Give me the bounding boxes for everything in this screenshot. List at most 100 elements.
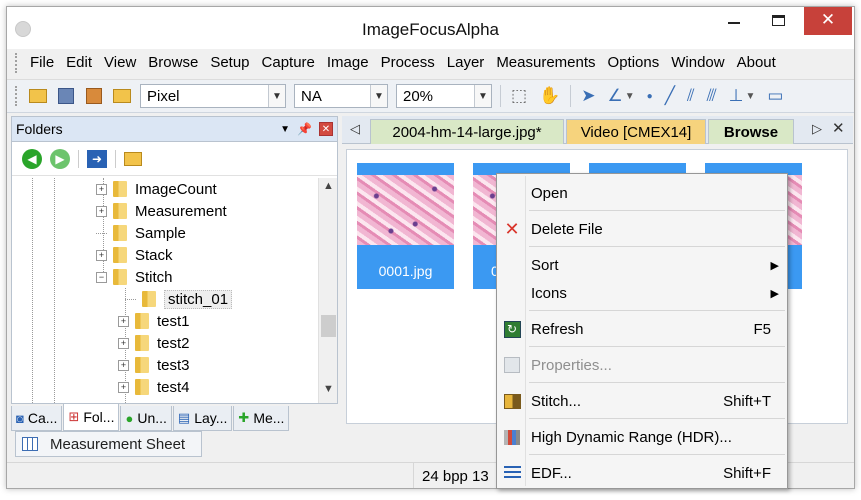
tab-label: Video [CMEX14] — [580, 123, 692, 141]
menu-item-sort[interactable]: Sort ▶ — [497, 251, 787, 279]
chevron-down-icon[interactable]: ▼ — [625, 91, 635, 102]
tree-item-test1[interactable]: + test1 — [118, 310, 190, 332]
rectangle-tool-icon[interactable]: ▭ — [767, 86, 783, 106]
menu-item-refresh[interactable]: ↻ Refresh F5 — [497, 315, 787, 343]
tab-camera[interactable]: ◙ Ca... — [11, 406, 63, 431]
tree-item-test2[interactable]: + test2 — [118, 332, 190, 354]
expand-icon[interactable]: + — [118, 315, 129, 327]
menu-measurements[interactable]: Measurements — [490, 49, 601, 77]
menu-file[interactable]: File — [24, 49, 60, 77]
menu-grip[interactable] — [15, 53, 18, 73]
menu-item-stitch[interactable]: Stitch... Shift+T — [497, 387, 787, 415]
thumbnail[interactable]: 0001.jpg — [357, 163, 454, 289]
expand-icon[interactable]: + — [96, 205, 107, 217]
menu-item-delete-file[interactable]: ✕ Delete File — [497, 215, 787, 243]
menu-options[interactable]: Options — [602, 49, 666, 77]
chevron-down-icon[interactable]: ▼ — [268, 85, 285, 107]
tree-item-stack[interactable]: + Stack — [96, 244, 173, 266]
menu-item-icons[interactable]: Icons ▶ — [497, 279, 787, 307]
tab-label: Me... — [253, 410, 285, 426]
na-select[interactable]: NA ▼ — [294, 84, 388, 108]
menu-item-edf[interactable]: EDF... Shift+F — [497, 459, 787, 487]
menu-capture[interactable]: Capture — [256, 49, 321, 77]
open-folder-icon[interactable] — [26, 84, 50, 108]
close-button[interactable]: ✕ — [804, 7, 852, 35]
tab-undo[interactable]: ● Un... — [120, 406, 172, 431]
title-bar: ImageFocusAlpha ✕ — [7, 7, 854, 49]
menu-item-properties[interactable]: Properties... — [497, 351, 787, 379]
chevron-down-icon[interactable]: ▼ — [474, 85, 491, 107]
tree-scrollbar[interactable]: ▲ ▼ — [318, 178, 337, 403]
scroll-up-icon[interactable]: ▲ — [319, 180, 338, 198]
tree-item-stitch[interactable]: − Stitch — [96, 266, 173, 288]
pane-close-button[interactable]: ✕ — [319, 122, 333, 136]
scroll-down-icon[interactable]: ▼ — [319, 383, 338, 401]
tree-item-label: test3 — [157, 356, 190, 374]
maximize-button[interactable] — [756, 7, 800, 35]
back-icon[interactable]: ◀ — [22, 148, 42, 169]
tab-browse[interactable]: Browse — [708, 119, 794, 144]
tree-item-test3[interactable]: + test3 — [118, 354, 190, 376]
chevron-down-icon[interactable]: ▼ — [370, 85, 387, 107]
menu-image[interactable]: Image — [321, 49, 375, 77]
angle-tool-icon[interactable]: ∠ — [607, 86, 622, 106]
minimize-button[interactable] — [712, 7, 756, 35]
tree-item-imagecount[interactable]: + ImageCount — [96, 178, 217, 200]
scroll-thumb[interactable] — [321, 315, 336, 337]
menu-process[interactable]: Process — [375, 49, 441, 77]
tab-image-file[interactable]: 2004-hm-14-large.jpg* — [370, 119, 564, 144]
folder-icon[interactable] — [124, 151, 142, 166]
collapse-icon[interactable]: − — [96, 271, 107, 283]
layers-icon: ▤ — [177, 410, 191, 425]
menu-edit[interactable]: Edit — [60, 49, 98, 77]
tab-scroll-left-icon[interactable]: ◁ — [350, 121, 360, 137]
close-tab-icon[interactable]: ✕ — [832, 119, 845, 137]
tree-item-stitch-01[interactable]: stitch_01 — [125, 288, 233, 310]
save-icon[interactable] — [54, 84, 78, 108]
folder-open-icon — [113, 269, 127, 285]
expand-icon[interactable]: + — [96, 249, 107, 261]
folder-icon[interactable] — [110, 84, 134, 108]
pan-hand-icon[interactable]: ✋ — [539, 86, 560, 106]
menu-layer[interactable]: Layer — [441, 49, 491, 77]
menu-about[interactable]: About — [731, 49, 782, 77]
menu-view[interactable]: View — [98, 49, 142, 77]
tab-measurements[interactable]: ✚ Me... — [233, 406, 290, 431]
menu-setup[interactable]: Setup — [204, 49, 255, 77]
expand-icon[interactable]: + — [118, 381, 129, 393]
menu-item-open[interactable]: Open — [497, 179, 787, 207]
pin-icon[interactable]: 📌 — [297, 122, 312, 136]
expand-icon[interactable]: + — [96, 183, 107, 195]
tab-scroll-right-icon[interactable]: ▷ — [812, 121, 822, 137]
go-icon[interactable]: ➜ — [87, 149, 107, 168]
tree-item-measurement[interactable]: + Measurement — [96, 200, 227, 222]
save-as-icon[interactable] — [82, 84, 106, 108]
tab-video[interactable]: Video [CMEX14] — [566, 119, 706, 144]
expand-icon[interactable]: + — [118, 337, 129, 349]
pointer-icon[interactable]: ➤ — [581, 86, 595, 106]
measurement-sheet-tab[interactable]: Measurement Sheet — [15, 431, 202, 457]
select-rect-icon[interactable]: ⬚ — [511, 86, 527, 106]
toolbar-grip[interactable] — [15, 86, 18, 106]
menu-item-hdr[interactable]: High Dynamic Range (HDR)... — [497, 423, 787, 451]
pane-menu-icon[interactable]: ▼ — [280, 124, 290, 135]
parallel-lines-icon[interactable]: ⫽ — [687, 86, 695, 106]
forward-icon[interactable]: ▶ — [50, 148, 70, 169]
tab-folders[interactable]: ⊞ Fol... — [63, 404, 120, 431]
perpendicular-icon[interactable]: ⊥ — [729, 86, 744, 106]
menu-browse[interactable]: Browse — [142, 49, 204, 77]
line-tool-icon[interactable]: ╱ — [665, 86, 675, 106]
tree-item-sample[interactable]: Sample — [96, 222, 186, 244]
point-tool-icon[interactable]: ● — [647, 91, 653, 102]
expand-icon[interactable]: + — [118, 359, 129, 371]
tab-layers[interactable]: ▤ Lay... — [172, 406, 233, 431]
menu-item-label: Open — [531, 184, 568, 202]
chevron-down-icon[interactable]: ▼ — [745, 91, 755, 102]
thumbnail-caption: 0001.jpg — [378, 263, 433, 279]
unit-select[interactable]: Pixel ▼ — [140, 84, 286, 108]
measurement-icon: ✚ — [238, 410, 250, 425]
tree-item-test4[interactable]: + test4 — [118, 376, 190, 398]
multi-lines-icon[interactable]: ⫻ — [707, 86, 717, 106]
zoom-select[interactable]: 20% ▼ — [396, 84, 492, 108]
menu-window[interactable]: Window — [665, 49, 730, 77]
